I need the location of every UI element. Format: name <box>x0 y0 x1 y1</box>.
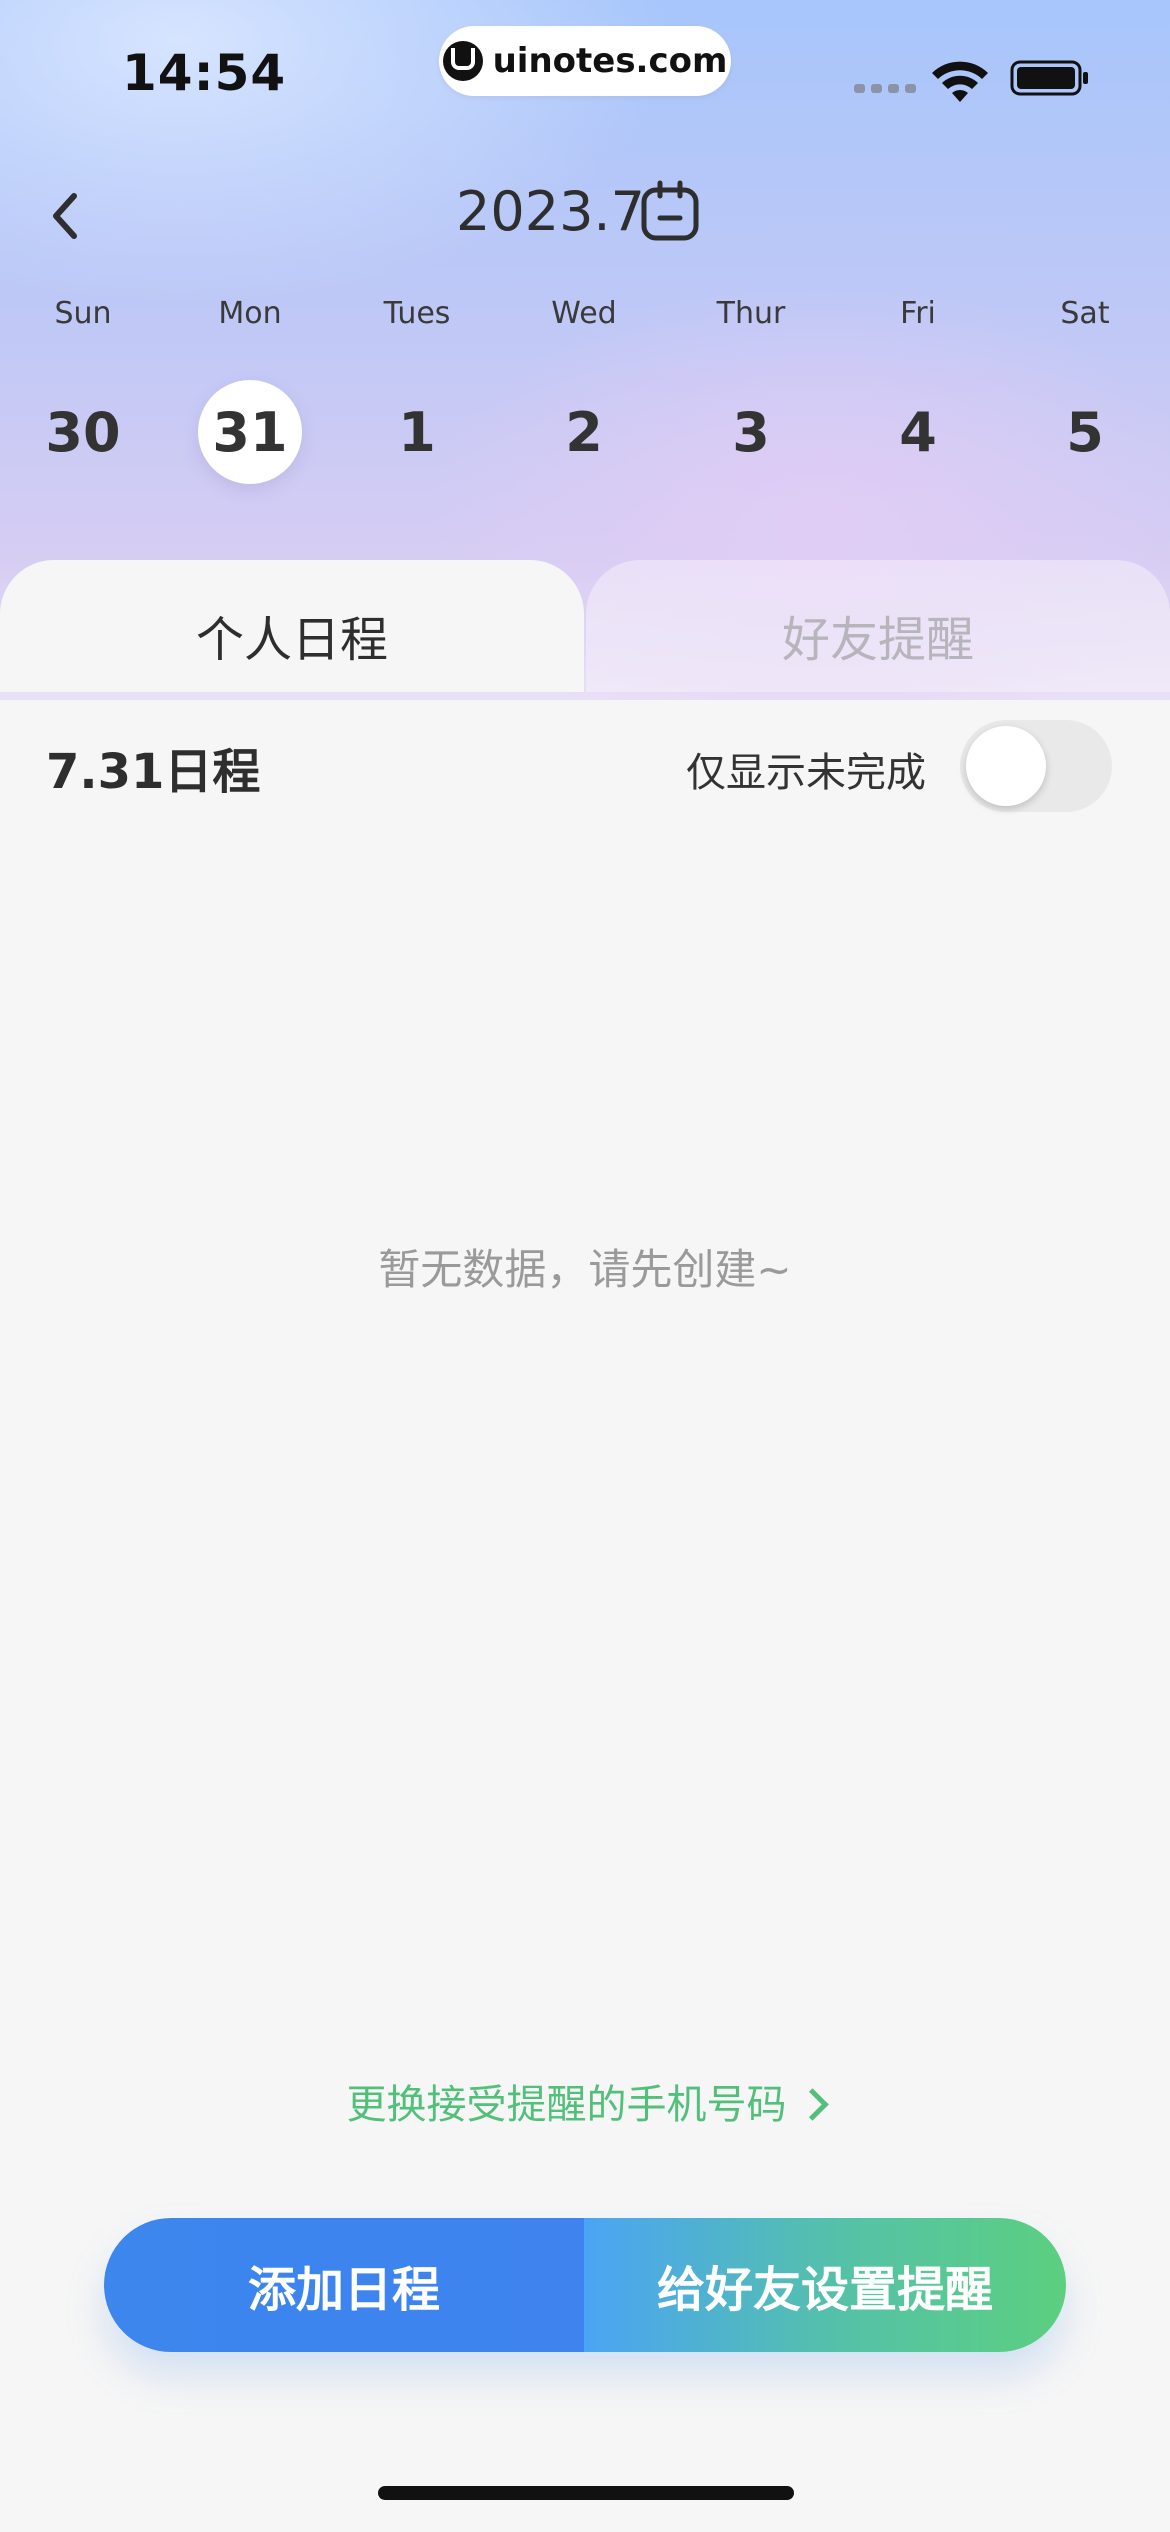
date-row: 30 31 1 2 3 4 5 <box>0 380 1170 490</box>
url-badge: uinotes.com <box>439 26 731 96</box>
empty-state-text: 暂无数据，请先创建~ <box>378 1245 792 1294</box>
date-cell[interactable]: 5 <box>1033 380 1137 484</box>
date-cell-selected[interactable]: 31 <box>198 380 302 484</box>
date-cell[interactable]: 1 <box>365 380 469 484</box>
weekday-label: Mon <box>218 296 282 331</box>
date-cell[interactable]: 30 <box>31 380 135 484</box>
filter-label: 仅显示未完成 <box>686 750 926 796</box>
date-cell[interactable]: 2 <box>532 380 636 484</box>
month-title[interactable]: 2023.7 <box>456 180 645 243</box>
date-cell[interactable]: 4 <box>866 380 970 484</box>
calendar-icon[interactable] <box>640 180 700 242</box>
battery-icon <box>1010 60 1088 96</box>
home-indicator <box>378 2486 794 2500</box>
site-logo-icon <box>442 41 483 81</box>
weekday-label: Sun <box>54 296 112 331</box>
back-button[interactable] <box>44 186 88 246</box>
tab-label: 好友提醒 <box>781 612 974 668</box>
change-phone-link-label: 更换接受提醒的手机号码 <box>346 2082 787 2128</box>
status-time: 14:54 <box>122 44 287 102</box>
weekday-label: Thur <box>716 296 786 331</box>
tab-label: 个人日程 <box>195 612 388 668</box>
weekday-label: Tues <box>383 296 451 331</box>
show-incomplete-toggle[interactable] <box>960 720 1112 812</box>
tab-personal-schedule[interactable]: 个人日程 <box>0 560 584 692</box>
chevron-right-icon <box>795 2087 829 2121</box>
add-schedule-button[interactable]: 添加日程 <box>104 2218 584 2352</box>
weekday-label: Sat <box>1060 296 1110 331</box>
cellular-signal-icon <box>854 84 916 93</box>
set-friend-reminder-button[interactable]: 给好友设置提醒 <box>584 2218 1066 2352</box>
change-phone-link[interactable]: 更换接受提醒的手机号码 <box>0 2072 1170 2130</box>
url-text: uinotes.com <box>492 41 728 81</box>
tab-bar: 个人日程 好友提醒 <box>0 560 1170 692</box>
wifi-icon <box>932 61 988 102</box>
weekday-label: Wed <box>551 296 617 331</box>
toggle-knob <box>966 726 1046 806</box>
tab-friend-reminders[interactable]: 好友提醒 <box>586 560 1170 692</box>
date-cell[interactable]: 3 <box>699 380 803 484</box>
weekday-row: Sun Mon Tues Wed Thur Fri Sat <box>0 296 1170 336</box>
schedule-title: 7.31日程 <box>46 744 261 800</box>
weekday-label: Fri <box>900 296 936 331</box>
action-button-group: 添加日程 给好友设置提醒 <box>104 2218 1066 2352</box>
